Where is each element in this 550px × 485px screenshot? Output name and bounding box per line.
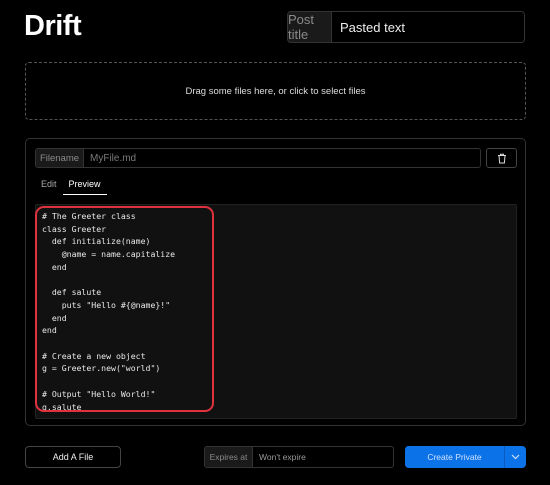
code-content: # The Greeter class class Greeter def in… [42,211,176,412]
filename-field: Filename [35,148,481,168]
create-options-toggle[interactable] [504,446,526,468]
create-button-group: Create Private [405,446,526,468]
expires-prefix: Expires at [205,447,253,467]
create-private-button[interactable]: Create Private [405,446,504,468]
post-title-field: Post title [287,11,525,43]
delete-file-button[interactable] [486,148,517,168]
app-logo: Drift [24,10,82,42]
trash-icon [497,153,506,163]
file-tabs: Edit Preview [35,175,107,195]
expiration-field: Expires at Won't expire [204,446,394,468]
filename-input[interactable] [84,149,480,167]
file-card: Filename Edit Preview # The Greeter clas… [25,138,526,426]
post-title-prefix: Post title [288,12,332,42]
dropzone-text: Drag some files here, or click to select… [185,85,366,97]
add-file-button[interactable]: Add A File [25,446,121,468]
expires-select[interactable]: Won't expire [253,447,393,467]
tab-edit[interactable]: Edit [35,175,63,195]
chevron-down-icon [511,454,520,460]
tab-preview[interactable]: Preview [62,175,107,195]
preview-pane[interactable]: # The Greeter class class Greeter def in… [35,204,517,419]
post-title-input[interactable] [332,12,524,42]
file-dropzone[interactable]: Drag some files here, or click to select… [25,62,526,120]
filename-prefix: Filename [36,149,84,167]
